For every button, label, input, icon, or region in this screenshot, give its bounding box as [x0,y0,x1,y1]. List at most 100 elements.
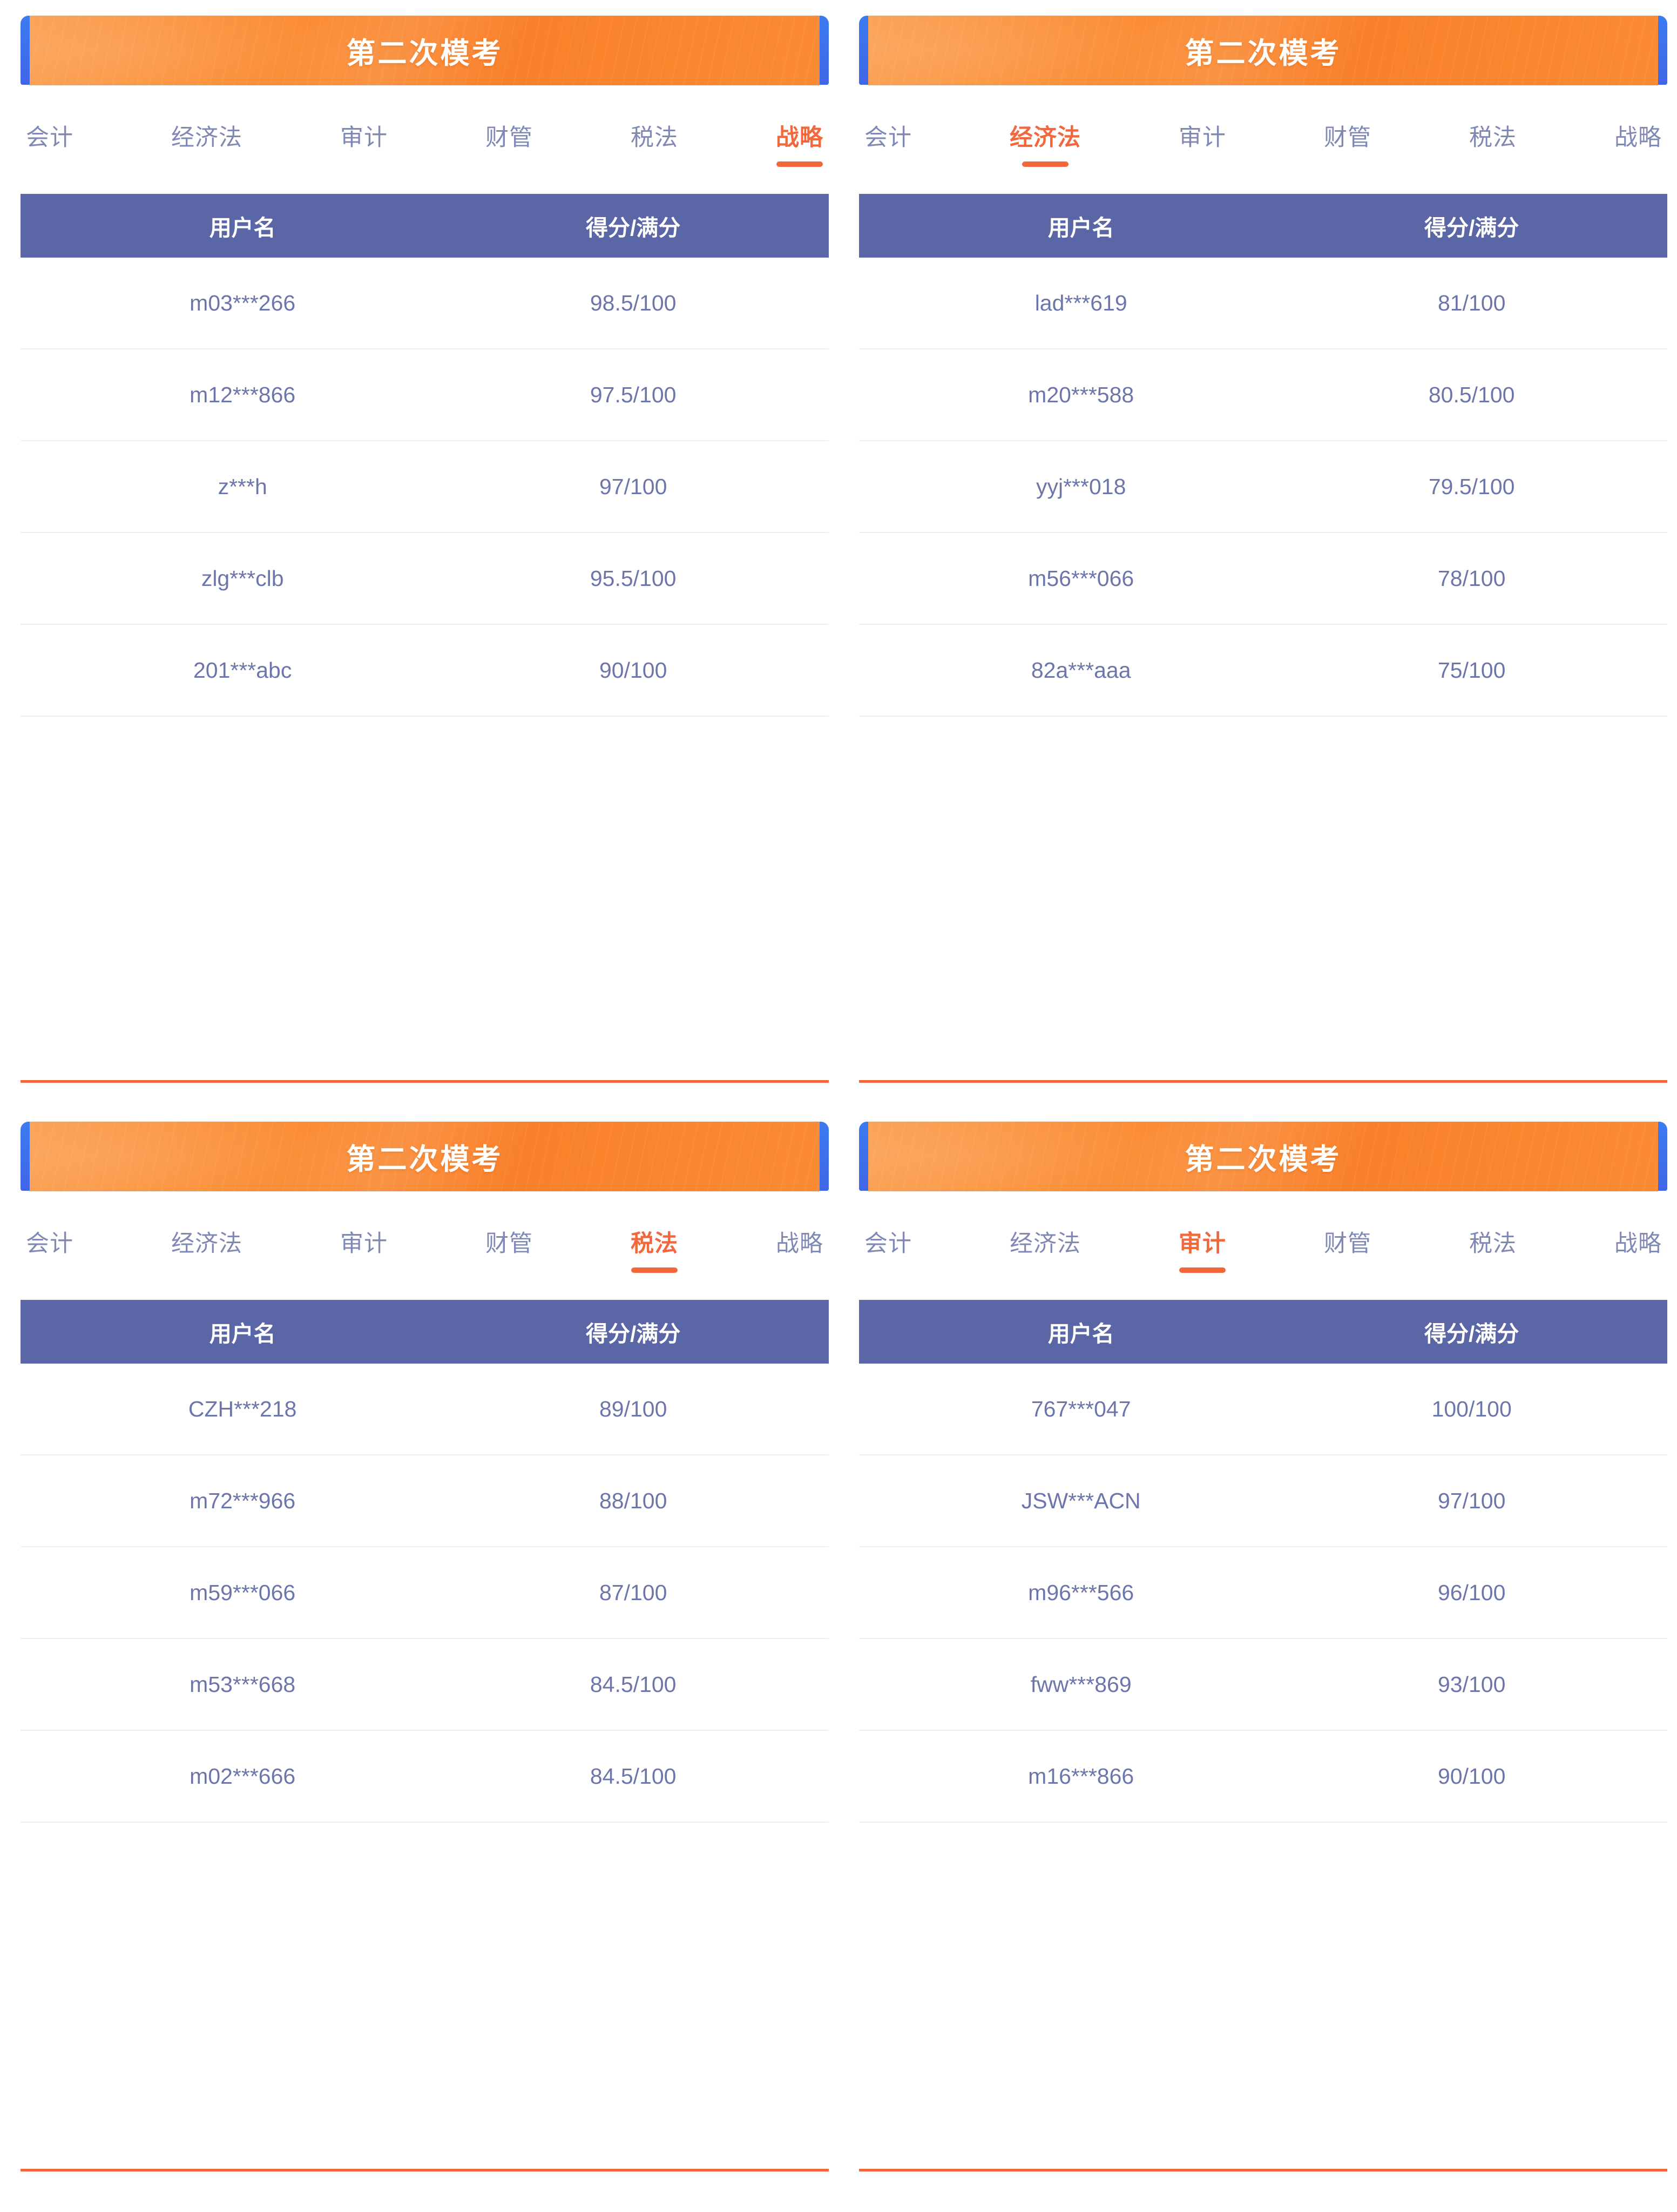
table-row[interactable]: 767***047 100/100 [859,1364,1667,1455]
leaderboard-grid: 第二次模考 会计 经济法 审计 财管 税法 战略 用户名 得分/满分 m03***266 98.5/… [0,0,1677,2212]
tab-会计[interactable]: 会计 [863,125,913,167]
panel-bottom-rule [859,1080,1667,1083]
tab-label: 会计 [864,125,912,151]
tab-label: 审计 [340,1231,388,1257]
cell-score: 90/100 [599,657,667,683]
tab-active-underline [1022,161,1069,167]
cell-username: m59***066 [190,1580,296,1605]
tab-会计[interactable]: 会计 [25,125,75,167]
table-row[interactable]: m59***066 87/100 [21,1547,829,1639]
tab-财管[interactable]: 财管 [1323,1231,1372,1273]
cell-username: m02***666 [190,1763,296,1789]
banner-title: 第二次模考 [346,37,503,70]
tab-战略[interactable]: 战略 [1613,1231,1663,1273]
cell-score: 88/100 [599,1488,667,1513]
cell-username: m16***866 [1028,1763,1134,1789]
tab-label: 税法 [1469,1231,1517,1257]
tab-label: 财管 [1324,125,1371,151]
tab-label: 税法 [631,1231,678,1257]
tab-label: 税法 [1469,125,1517,151]
table-row[interactable]: m72***966 88/100 [21,1455,829,1547]
table-row[interactable]: 82a***aaa 75/100 [859,625,1667,717]
tab-经济法[interactable]: 经济法 [1009,1231,1082,1273]
tab-label: 经济法 [171,1231,242,1257]
tab-label: 审计 [1179,125,1226,151]
column-header-username: 用户名 [209,215,276,240]
cell-score: 95.5/100 [590,565,677,591]
banner-background: 第二次模考 [868,16,1658,85]
cell-score: 84.5/100 [590,1671,677,1697]
table-row[interactable]: lad***619 81/100 [859,258,1667,349]
tab-active-underline [1324,1267,1371,1273]
cell-username: 82a***aaa [1031,657,1131,683]
tab-税法[interactable]: 税法 [1468,1231,1518,1273]
tab-审计[interactable]: 审计 [339,125,389,167]
cell-username: m72***966 [190,1488,296,1513]
cell-score: 96/100 [1437,1580,1506,1605]
table-row[interactable]: m20***588 80.5/100 [859,349,1667,441]
ranking-table: 用户名 得分/满分 767***047 100/100 JSW***ACN 97/100 m… [859,1300,1667,1823]
tab-战略[interactable]: 战略 [775,125,824,167]
table-header-row: 用户名 得分/满分 [21,194,829,258]
table-row[interactable]: m03***266 98.5/100 [21,258,829,349]
tab-label: 战略 [1614,1231,1662,1257]
banner-background: 第二次模考 [30,16,820,85]
tab-财管[interactable]: 财管 [484,1231,534,1273]
cell-username: CZH***218 [188,1396,297,1421]
tab-active-underline [341,1267,387,1273]
tab-会计[interactable]: 会计 [863,1231,913,1273]
panel-content: 第二次模考会计 经济法 审计 财管 税法 战略用户名 得分/满分 lad***619 81/10… [859,0,1667,1106]
panel-content: 第二次模考会计 经济法 审计 财管 税法 战略用户名 得分/满分 767***047 100/1… [859,1106,1667,2212]
tab-审计[interactable]: 审计 [1178,1231,1227,1273]
subject-tab-bar: 会计 经济法 审计 财管 税法 战略 [21,125,829,190]
tab-税法[interactable]: 税法 [630,1231,679,1273]
tab-审计[interactable]: 审计 [339,1231,389,1273]
table-row[interactable]: CZH***218 89/100 [21,1364,829,1455]
table-row[interactable]: yyj***018 79.5/100 [859,441,1667,533]
exam-panel: 第二次模考会计 经济法 审计 财管 税法 战略用户名 得分/满分 m03***266 98.5/… [0,0,838,1106]
tab-active-underline [776,1267,823,1273]
tab-财管[interactable]: 财管 [484,125,534,167]
cell-username: 201***abc [193,657,292,683]
tab-税法[interactable]: 税法 [630,125,679,167]
table-row[interactable]: JSW***ACN 97/100 [859,1455,1667,1547]
tab-审计[interactable]: 审计 [1178,125,1227,167]
table-header-row: 用户名 得分/满分 [21,1300,829,1364]
exam-banner: 第二次模考 [859,12,1667,88]
cell-username: lad***619 [1034,290,1127,315]
table-row[interactable]: m02***666 84.5/100 [21,1731,829,1823]
table-row[interactable]: m56***066 78/100 [859,533,1667,625]
tab-战略[interactable]: 战略 [1613,125,1663,167]
tab-战略[interactable]: 战略 [775,1231,824,1273]
tab-经济法[interactable]: 经济法 [170,125,244,167]
cell-username: m12***866 [190,382,296,407]
tab-经济法[interactable]: 经济法 [170,1231,244,1273]
tab-经济法[interactable]: 经济法 [1009,125,1082,167]
tab-active-underline [776,161,823,167]
tab-财管[interactable]: 财管 [1323,125,1372,167]
cell-score: 90/100 [1437,1763,1506,1789]
tab-active-underline [1324,161,1371,167]
table-row[interactable]: m16***866 90/100 [859,1731,1667,1823]
table-row[interactable]: m53***668 84.5/100 [21,1639,829,1731]
table-row[interactable]: m12***866 97.5/100 [21,349,829,441]
tab-会计[interactable]: 会计 [25,1231,75,1273]
table-row[interactable]: m96***566 96/100 [859,1547,1667,1639]
panel-bottom-rule [21,2169,829,2171]
tab-label: 审计 [1179,1231,1226,1257]
table-header-row: 用户名 得分/满分 [859,1300,1667,1364]
tab-label: 经济法 [1010,125,1081,151]
cell-username: m56***066 [1028,565,1134,591]
exam-panel: 第二次模考 会计 经济法 审计 财管 税法 战略 用户名 得分/满分 CZH***218 89/10… [0,1106,838,2212]
banner-title: 第二次模考 [1185,1143,1342,1176]
table-row[interactable]: zlg***clb 95.5/100 [21,533,829,625]
tab-税法[interactable]: 税法 [1468,125,1518,167]
ranking-table: 用户名 得分/满分 lad***619 81/100 m20***588 80.5/100… [859,194,1667,717]
table-row[interactable]: 201***abc 90/100 [21,625,829,717]
cell-score: 97.5/100 [590,382,677,407]
table-row[interactable]: z***h 97/100 [21,441,829,533]
panel-bottom-rule [859,2169,1667,2171]
tab-active-underline [1615,1267,1661,1273]
tab-active-underline [486,161,532,167]
table-row[interactable]: fww***869 93/100 [859,1639,1667,1731]
